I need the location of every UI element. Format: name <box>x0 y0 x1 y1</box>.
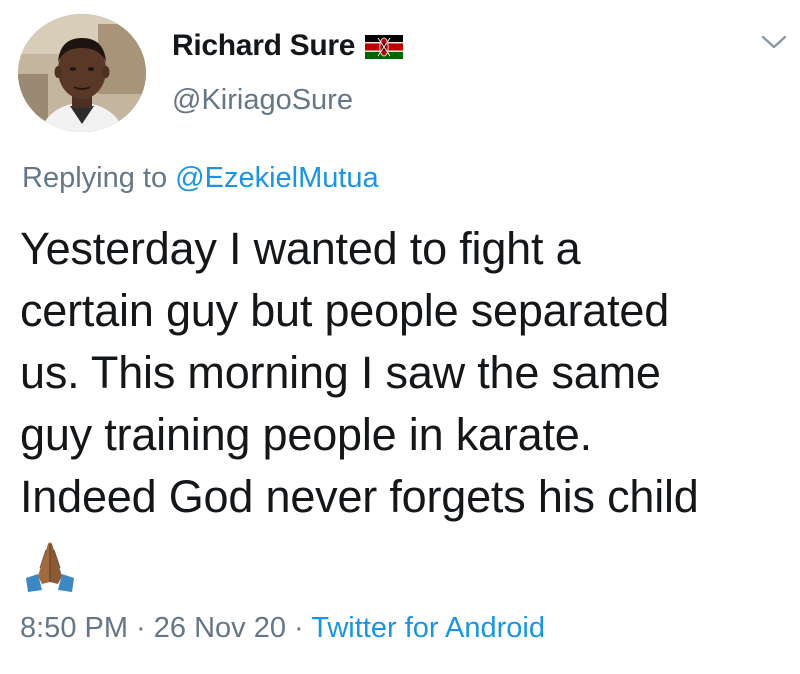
folded-hands-emoji <box>26 542 74 592</box>
meta-separator: · <box>285 612 312 644</box>
tweet-date[interactable]: 26 Nov 20 <box>154 612 286 644</box>
tweet-text-line: Yesterday I wanted to fight a <box>20 223 581 274</box>
display-name[interactable]: Richard Sure <box>172 29 355 63</box>
avatar-photo <box>18 14 146 132</box>
tweet-text-line: Indeed God never forgets his child <box>20 471 699 522</box>
replying-to: Replying to @EzekielMutua <box>22 162 379 195</box>
reply-mention-link[interactable]: @EzekielMutua <box>175 162 379 194</box>
replying-to-label: Replying to <box>22 162 176 194</box>
chevron-down-icon[interactable] <box>760 32 788 52</box>
tweet-card: Richard Sure @KiriagoSure Replying to @E… <box>0 0 800 674</box>
meta-separator: · <box>128 612 154 644</box>
avatar[interactable] <box>18 14 146 132</box>
tweet-meta: 8:50 PM · 26 Nov 20 · Twitter for Androi… <box>20 612 545 645</box>
tweet-text-line: us. This morning I saw the same <box>20 347 661 398</box>
tweet-text-line: certain guy but people separated <box>20 285 670 336</box>
author-name-row[interactable]: Richard Sure <box>172 24 404 68</box>
tweet-text-line: guy training people in karate. <box>20 409 592 460</box>
kenya-flag-icon <box>365 35 404 59</box>
tweet-text: Yesterday I wanted to fight a certain gu… <box>20 218 795 528</box>
tweet-source-link[interactable]: Twitter for Android <box>311 612 545 644</box>
tweet-time[interactable]: 8:50 PM <box>20 612 128 644</box>
author-handle[interactable]: @KiriagoSure <box>172 84 353 117</box>
